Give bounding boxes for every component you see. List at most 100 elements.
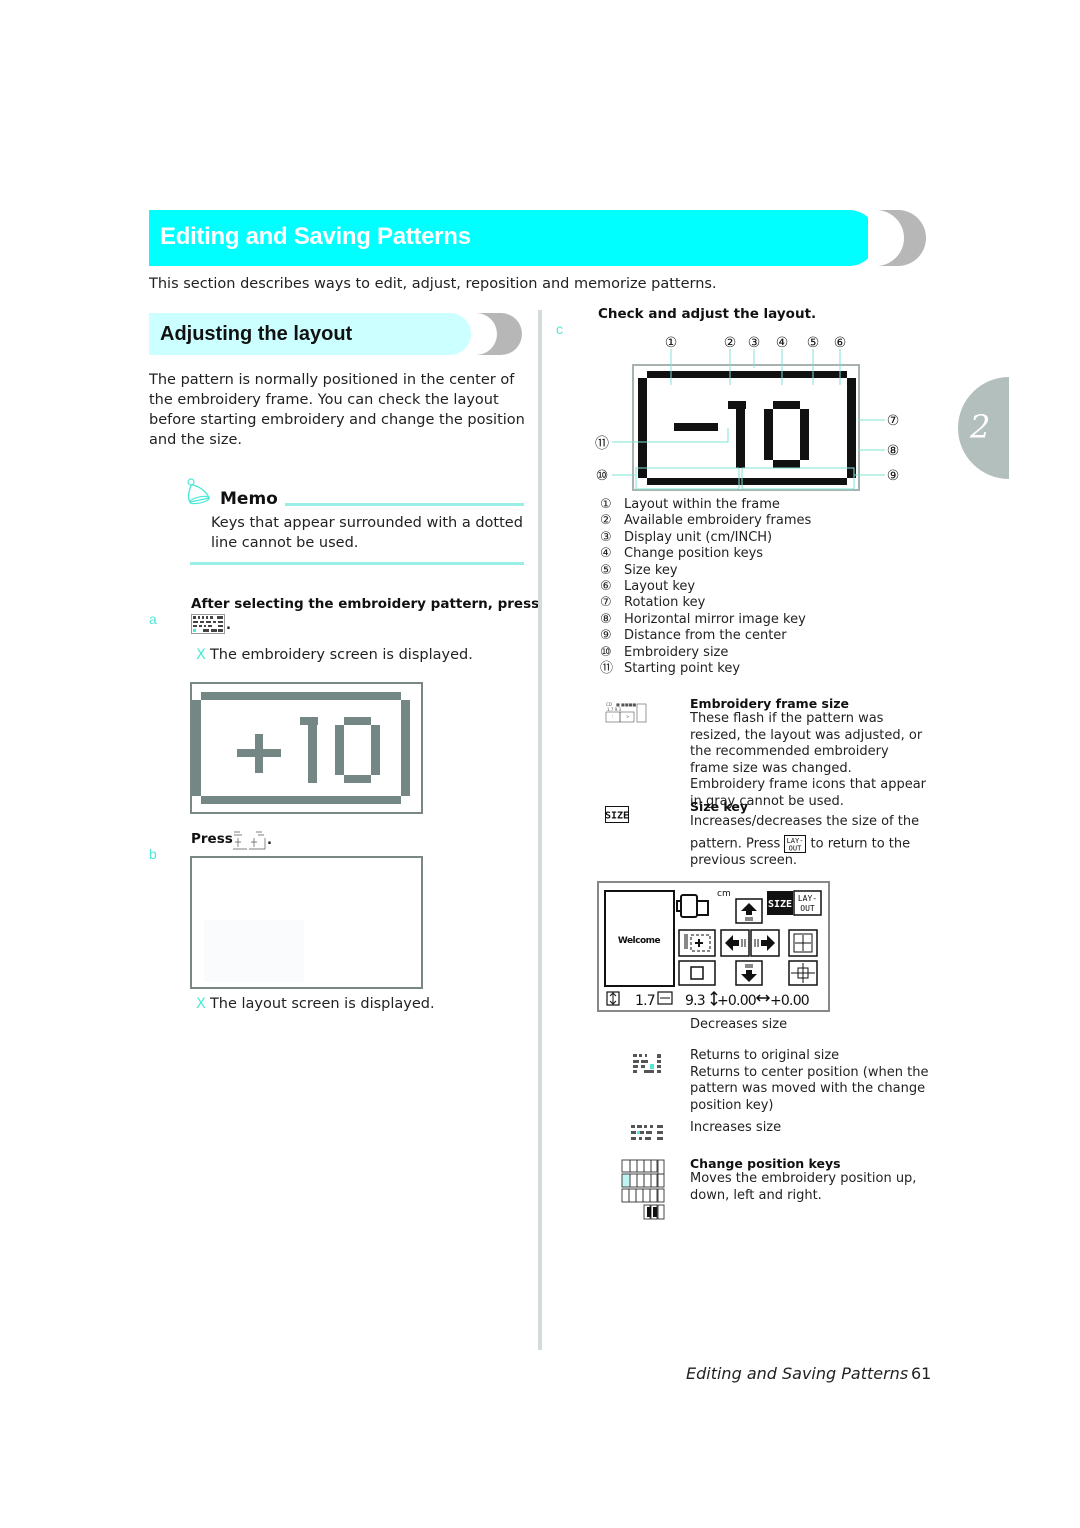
legend-number: ⑥ [600,579,612,595]
layout-screen-image [190,856,423,989]
original-size-icon [633,1054,661,1073]
result-mark: X [196,647,206,663]
callout-8: ⑧ [887,443,900,459]
legend-number: ③ [600,529,612,545]
original-size-line-2: Returns to center position (when the pat… [690,1064,929,1113]
plus-ten-display [192,692,410,804]
embroidery-key-icon [191,614,225,634]
change-position-title: Change position keys [690,1156,841,1171]
callout-2: ② [724,335,737,351]
diagram-frame [632,364,860,491]
step-a-result: X The embroidery screen is displayed. [196,645,473,665]
legend-number: ⑨ [600,628,612,644]
legend-label: Size key [624,562,678,578]
legend-item: ⑥ Layout key [600,579,811,595]
step-letter-b: b [149,846,157,862]
size-screen-display: Welcome cm SIZE LAY- OUT 1.7 9.3 +0.00 +… [604,889,822,1009]
legend-item: ① Layout within the frame [600,497,811,513]
legend-item: ⑩ Embroidery size [600,645,811,661]
horizontal-offset-icon [755,994,771,1002]
move-up-key [735,898,763,924]
callout-3: ③ [748,335,761,351]
horizontal-offset-value: +0.00 [770,993,809,1009]
size-key-title: Size key [690,799,748,814]
height-icon [606,991,620,1006]
svg-text::: : [612,714,613,719]
move-down-key [735,960,763,986]
move-right-key [750,929,780,957]
svg-text:1.7 9.3: 1.7 9.3 [607,707,621,712]
size-key-text-3: previous screen. [690,852,798,868]
legend-label: Starting point key [624,661,741,677]
legend-item: ⑨ Distance from the center [600,628,811,644]
size-key-text-1: Increases/decreases the size of the [690,814,920,829]
callout-6: ⑥ [834,335,847,351]
decreases-size-text: Decreases size [690,1017,788,1032]
change-position-keys-icon [621,1159,665,1220]
change-position-text: Moves the embroidery position up, down, … [690,1171,917,1203]
step-a-heading: After selecting the embroidery pattern, … [191,596,540,612]
legend-label: Display unit (cm/INCH) [624,529,773,545]
move-left-key [720,929,750,957]
increases-size-icon [631,1125,663,1140]
svg-text:>: > [626,714,629,719]
unit-label: cm [717,889,731,899]
screen-blank-area [204,920,304,982]
callout-5: ⑤ [807,335,820,351]
height-value: 1.7 [635,993,655,1009]
memo-divider-bottom [190,562,524,565]
banner-cap-decoration [868,210,926,266]
callout-7: ⑦ [887,413,900,429]
result-mark: X [196,996,206,1012]
center-key [788,929,818,957]
chapter-number: 2 [970,408,991,446]
subsection-cap-decoration [476,313,522,355]
legend-item: ⑧ Horizontal mirror image key [600,612,811,628]
change-position-description: Change position keys Moves the embroider… [690,1156,930,1204]
legend-item: ⑦ Rotation key [600,595,811,611]
size-screen-image: Welcome cm SIZE LAY- OUT 1.7 9.3 +0.00 +… [597,881,830,1012]
svg-text:OUT: OUT [800,904,815,913]
callout-legend: ① Layout within the frame ② Available embro… [600,497,811,677]
original-size-description: Returns to original size Returns to cent… [690,1048,930,1114]
legend-label: Layout within the frame [624,497,780,512]
footer-title: Editing and Saving Patterns [686,1364,909,1383]
legend-label: Change position keys [624,546,764,562]
legend-label: Rotation key [624,595,706,611]
step-a-period: . [226,618,231,633]
callout-11: ⑪ [595,436,609,452]
subsection-title: Adjusting the layout [160,323,353,345]
increases-size-text: Increases size [690,1120,782,1135]
legend-item: ⑪ Starting point key [600,661,811,677]
svg-text:OUT: OUT [789,844,802,852]
step-letter-c: c [556,321,563,337]
svg-text:LAY-: LAY- [798,894,817,903]
legend-number: ④ [600,546,612,562]
original-size-key [678,960,716,986]
starting-point-key [678,929,716,957]
size-key: SIZE [767,891,793,915]
vertical-offset-value: +0.00 [717,993,756,1009]
step-c-heading: Check and adjust the layout. [598,306,817,322]
step-b-result: X The layout screen is displayed. [196,994,435,1014]
frame-size-text: These flash if the pattern was resized, … [690,711,927,809]
svg-text:SIZE: SIZE [768,899,792,910]
legend-number: ① [600,497,612,512]
memo-divider-top [285,503,524,506]
layout-key-icon [233,831,266,850]
legend-label: Embroidery size [624,644,729,660]
legend-label: Layout key [624,579,696,595]
width-icon [657,991,673,1005]
step-a-result-text: The embroidery screen is displayed. [209,647,473,663]
layout-diagram: ① ② ③ ④ ⑤ ⑥ ⑦ ⑧ ⑨ ⑪ ⑩ [595,335,900,491]
legend-number: ② [600,513,612,529]
frame-size-description: Embroidery frame size These flash if the… [690,696,930,810]
return-center-key [788,960,818,986]
legend-label: Distance from the center [624,628,787,644]
step-letter-a: a [149,611,157,627]
callout-10: ⑩ [596,468,609,484]
legend-item: ② Available embroidery frames [600,513,811,529]
legend-item: ④ Change position keys [600,546,811,562]
legend-item: ③ Display unit (cm/INCH) [600,530,811,546]
width-value: 9.3 [685,993,705,1009]
